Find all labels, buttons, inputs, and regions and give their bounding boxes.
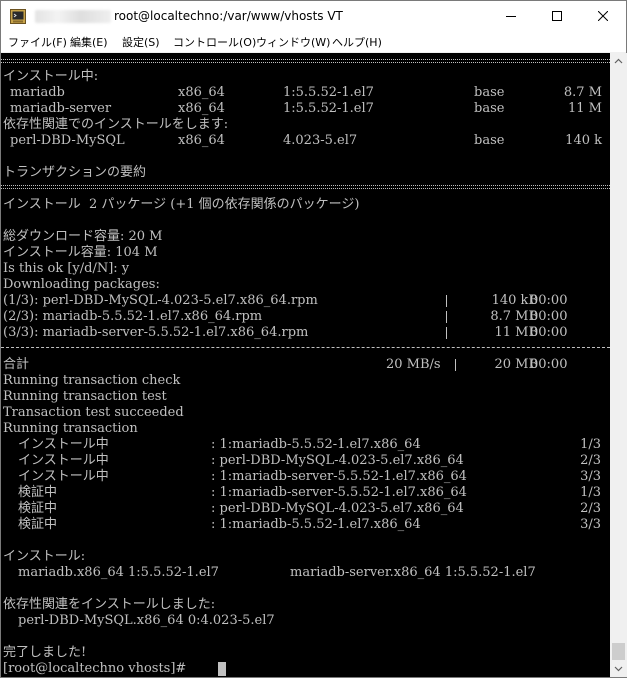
terminal-line: インストール中: [3, 69, 99, 84]
terminal-line: 総ダウンロード容量: 20 M [3, 229, 163, 244]
package-row: perl-DBD-MySQL x86_64 4.023-5.el7 base 1… [10, 133, 602, 148]
terminal-line: インストール容量: 104 M [3, 245, 158, 260]
progress-divider [455, 359, 456, 371]
maximize-icon [552, 11, 562, 21]
terminal-line: インストール: [3, 549, 86, 564]
terminal-line: mariadb.x86_64 1:5.5.52-1.el7 mariadb-se… [18, 565, 536, 580]
terminal-line: perl-DBD-MySQL.x86_64 0:4.023-5.el7 [18, 613, 275, 628]
separator-double [1, 185, 610, 189]
teraterm-app-icon[interactable] [10, 9, 26, 24]
download-row: (3/3): mariadb-server-5.5.52-1.el7.x86_6… [3, 325, 568, 340]
menu-file[interactable]: ファイル(F) [7, 34, 68, 50]
package-row: mariadb x86_64 1:5.5.52-1.el7 base 8.7 M [10, 85, 602, 100]
minimize-button[interactable] [488, 1, 534, 32]
separator-double [1, 59, 610, 63]
download-row: (2/3): mariadb-5.5.52-1.el7.x86_64.rpm 8… [3, 309, 568, 324]
menu-bar: ファイル(F) 編集(E) 設定(S) コントロール(O) ウィンドウ(W) ヘ… [1, 32, 626, 53]
window-title: root@localtechno:/var/www/vhosts VT [114, 9, 343, 23]
download-row: (1/3): perl-DBD-MySQL-4.023-5.el7.x86_64… [3, 293, 568, 308]
step-row: インストール中 : perl-DBD-MySQL-4.023-5.el7.x86… [18, 453, 601, 468]
close-icon [598, 11, 608, 21]
terminal-line: 依存性関連でのインストールをします: [3, 117, 229, 132]
terminal-window: root@localtechno:/var/www/vhosts VT ファイル… [0, 0, 627, 678]
step-row: インストール中 : 1:mariadb-server-5.5.52-1.el7.… [18, 469, 601, 484]
progress-divider [446, 327, 447, 339]
terminal-line: Transaction test succeeded [3, 405, 184, 420]
blurred-host-label [35, 10, 111, 23]
separator-dash [1, 347, 610, 348]
close-button[interactable] [580, 1, 626, 32]
terminal-line: トランザクションの要約 [3, 165, 147, 180]
terminal-line: Running transaction test [3, 389, 167, 404]
progress-divider [446, 311, 447, 323]
terminal-line: Downloading packages: [3, 277, 160, 292]
progress-divider [446, 295, 447, 307]
shell-prompt: [root@localtechno vhosts]# [3, 661, 191, 676]
total-row: 合計 20 MB/s 20 MB 00:00 [3, 357, 568, 372]
step-row: 検証中 : 1:mariadb-server-5.5.52-1.el7.x86_… [18, 485, 601, 500]
step-row: 検証中 : 1:mariadb-5.5.52-1.el7.x86_64 3/3 [18, 517, 601, 532]
menu-help[interactable]: ヘルプ(H) [331, 34, 383, 50]
terminal-line: Running transaction [3, 421, 138, 436]
step-row: 検証中 : perl-DBD-MySQL-4.023-5.el7.x86_64 … [18, 501, 601, 516]
terminal-line: Running transaction check [3, 373, 181, 388]
terminal-line: Is this ok [y/d/N]: y [3, 261, 130, 276]
scroll-down-arrow-icon[interactable] [610, 660, 627, 677]
scrollbar-thumb[interactable] [612, 643, 625, 660]
menu-window[interactable]: ウィンドウ(W) [255, 34, 331, 50]
vertical-scrollbar[interactable] [610, 53, 627, 677]
scroll-up-arrow-icon[interactable] [610, 53, 627, 70]
maximize-button[interactable] [534, 1, 580, 32]
text-cursor [218, 662, 226, 676]
menu-edit[interactable]: 編集(E) [69, 34, 109, 50]
title-bar[interactable]: root@localtechno:/var/www/vhosts VT [1, 1, 626, 32]
menu-control[interactable]: コントロール(O) [172, 34, 257, 50]
terminal-line: インストール 2 パッケージ (+1 個の依存関係のパッケージ) [3, 197, 360, 212]
minimize-icon [506, 16, 516, 17]
step-row: インストール中 : 1:mariadb-5.5.52-1.el7.x86_64 … [18, 437, 601, 452]
package-row: mariadb-server x86_64 1:5.5.52-1.el7 bas… [10, 101, 602, 116]
terminal-line: 依存性関連をインストールしました: [3, 597, 216, 612]
terminal-line: 完了しました! [3, 645, 87, 660]
menu-settings[interactable]: 設定(S) [121, 34, 161, 50]
terminal-screen[interactable]: インストール中: mariadb x86_64 1:5.5.52-1.el7 b… [1, 53, 610, 677]
